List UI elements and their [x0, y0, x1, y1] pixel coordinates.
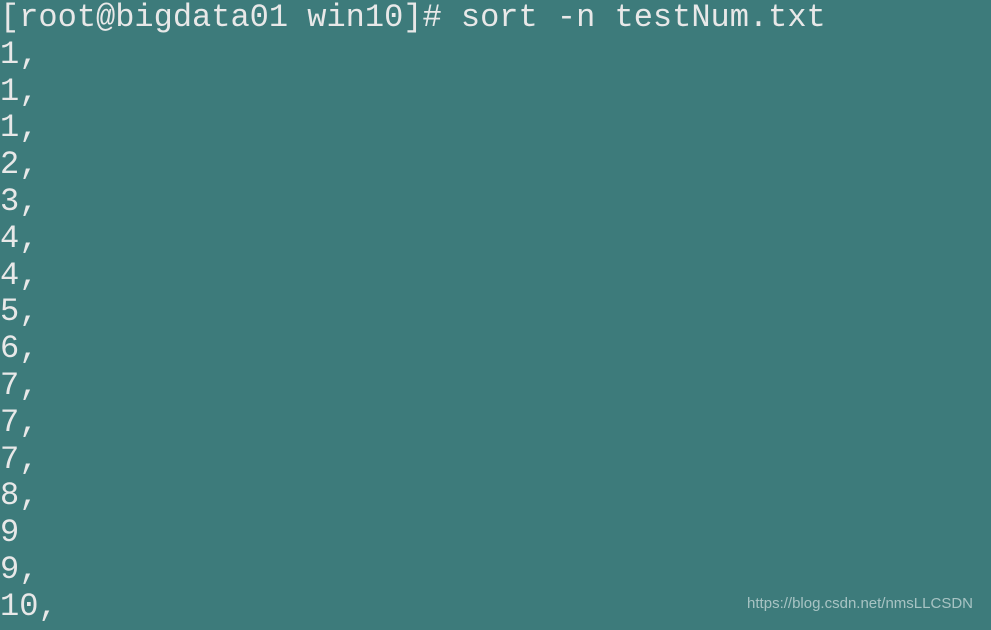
output-line: 9	[0, 515, 991, 552]
output-line: 7,	[0, 368, 991, 405]
output-line: 6,	[0, 331, 991, 368]
output-line: 7,	[0, 405, 991, 442]
watermark-text: https://blog.csdn.net/nmsLLCSDN	[747, 595, 973, 612]
output-line: 1,	[0, 37, 991, 74]
output-line: 5,	[0, 294, 991, 331]
command-line[interactable]: [root@bigdata01 win10]# sort -n testNum.…	[0, 0, 991, 37]
output-line: 7,	[0, 442, 991, 479]
shell-prompt: [root@bigdata01 win10]#	[0, 0, 461, 36]
output-line: 3,	[0, 184, 991, 221]
output-line: 1,	[0, 110, 991, 147]
output-line: 1,	[0, 74, 991, 111]
terminal-window: [root@bigdata01 win10]# sort -n testNum.…	[0, 0, 991, 626]
output-line: 8,	[0, 478, 991, 515]
output-line: 4,	[0, 258, 991, 295]
typed-command: sort -n testNum.txt	[461, 0, 826, 36]
output-line: 2,	[0, 147, 991, 184]
output-line: 9,	[0, 552, 991, 589]
output-line: 4,	[0, 221, 991, 258]
